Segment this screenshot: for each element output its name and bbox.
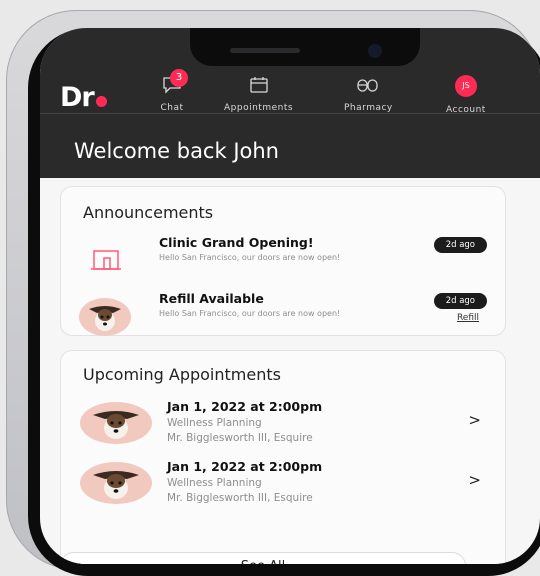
nav-chat-label: Chat bbox=[160, 103, 184, 113]
chevron-right-icon[interactable]: > bbox=[468, 471, 481, 489]
appointment-doctor: Mr. Bigglesworth III, Esquire bbox=[167, 492, 313, 504]
camera-icon bbox=[368, 44, 382, 58]
announcement-title: Clinic Grand Opening! bbox=[159, 235, 314, 250]
appointment-doctor: Mr. Bigglesworth III, Esquire bbox=[167, 432, 313, 444]
announcement-desc: Hello San Francisco, our doors are now o… bbox=[159, 309, 341, 318]
announcements-heading: Announcements bbox=[83, 203, 214, 222]
topbar-divider bbox=[40, 113, 540, 114]
notch bbox=[190, 28, 420, 66]
nav-appointments[interactable]: Appointments bbox=[224, 75, 293, 113]
appointments-card: Upcoming Appointments Jan 1, 2022 at 2:0… bbox=[60, 350, 506, 564]
appointment-service: Wellness Planning bbox=[167, 417, 262, 429]
refill-link[interactable]: Refill bbox=[457, 313, 479, 323]
announcement-desc: Hello San Francisco, our doors are now o… bbox=[159, 253, 341, 262]
dog-avatar-icon bbox=[79, 461, 153, 505]
appointment-service: Wellness Planning bbox=[167, 477, 262, 489]
dog-avatar-icon bbox=[79, 401, 153, 445]
appointment-item[interactable]: Jan 1, 2022 at 2:00pm Wellness Planning … bbox=[79, 459, 487, 509]
nav-pharmacy-label: Pharmacy bbox=[344, 103, 393, 113]
welcome-heading: Welcome back John bbox=[74, 139, 279, 163]
announcements-card: Announcements Clinic Grand Opening! Hell… bbox=[60, 186, 506, 336]
announcement-title: Refill Available bbox=[159, 291, 264, 306]
see-all-button[interactable]: See All bbox=[60, 552, 466, 564]
appointment-date: Jan 1, 2022 at 2:00pm bbox=[167, 399, 323, 414]
time-badge: 2d ago bbox=[433, 293, 487, 309]
calendar-icon bbox=[249, 77, 268, 93]
announcement-item[interactable]: Clinic Grand Opening! Hello San Francisc… bbox=[79, 235, 487, 289]
time-badge: 2d ago bbox=[433, 237, 487, 253]
speaker-grill bbox=[230, 48, 300, 53]
app-logo[interactable]: Dr bbox=[60, 82, 107, 113]
pills-icon bbox=[357, 79, 379, 92]
clinic-building-icon bbox=[79, 241, 141, 281]
logo-dot-icon bbox=[95, 96, 107, 107]
nav-pharmacy[interactable]: Pharmacy bbox=[344, 75, 393, 113]
nav-chat[interactable]: 3 Chat bbox=[152, 69, 192, 113]
chevron-right-icon[interactable]: > bbox=[468, 411, 481, 429]
nav-appointments-label: Appointments bbox=[224, 103, 294, 113]
chat-badge: 3 bbox=[170, 69, 188, 87]
appointment-date: Jan 1, 2022 at 2:00pm bbox=[167, 459, 323, 474]
nav-account[interactable]: JS Account bbox=[446, 75, 486, 115]
avatar-icon: JS bbox=[454, 75, 477, 97]
logo-text: Dr bbox=[60, 82, 95, 113]
dog-avatar-icon bbox=[79, 297, 141, 337]
phone-screen: Dr 3 Chat Appointments Pharmacy JS Accou… bbox=[40, 28, 540, 564]
appointment-item[interactable]: Jan 1, 2022 at 2:00pm Wellness Planning … bbox=[79, 399, 487, 449]
announcement-item[interactable]: Refill Available Hello San Francisco, ou… bbox=[79, 291, 487, 345]
appointments-heading: Upcoming Appointments bbox=[83, 365, 281, 384]
